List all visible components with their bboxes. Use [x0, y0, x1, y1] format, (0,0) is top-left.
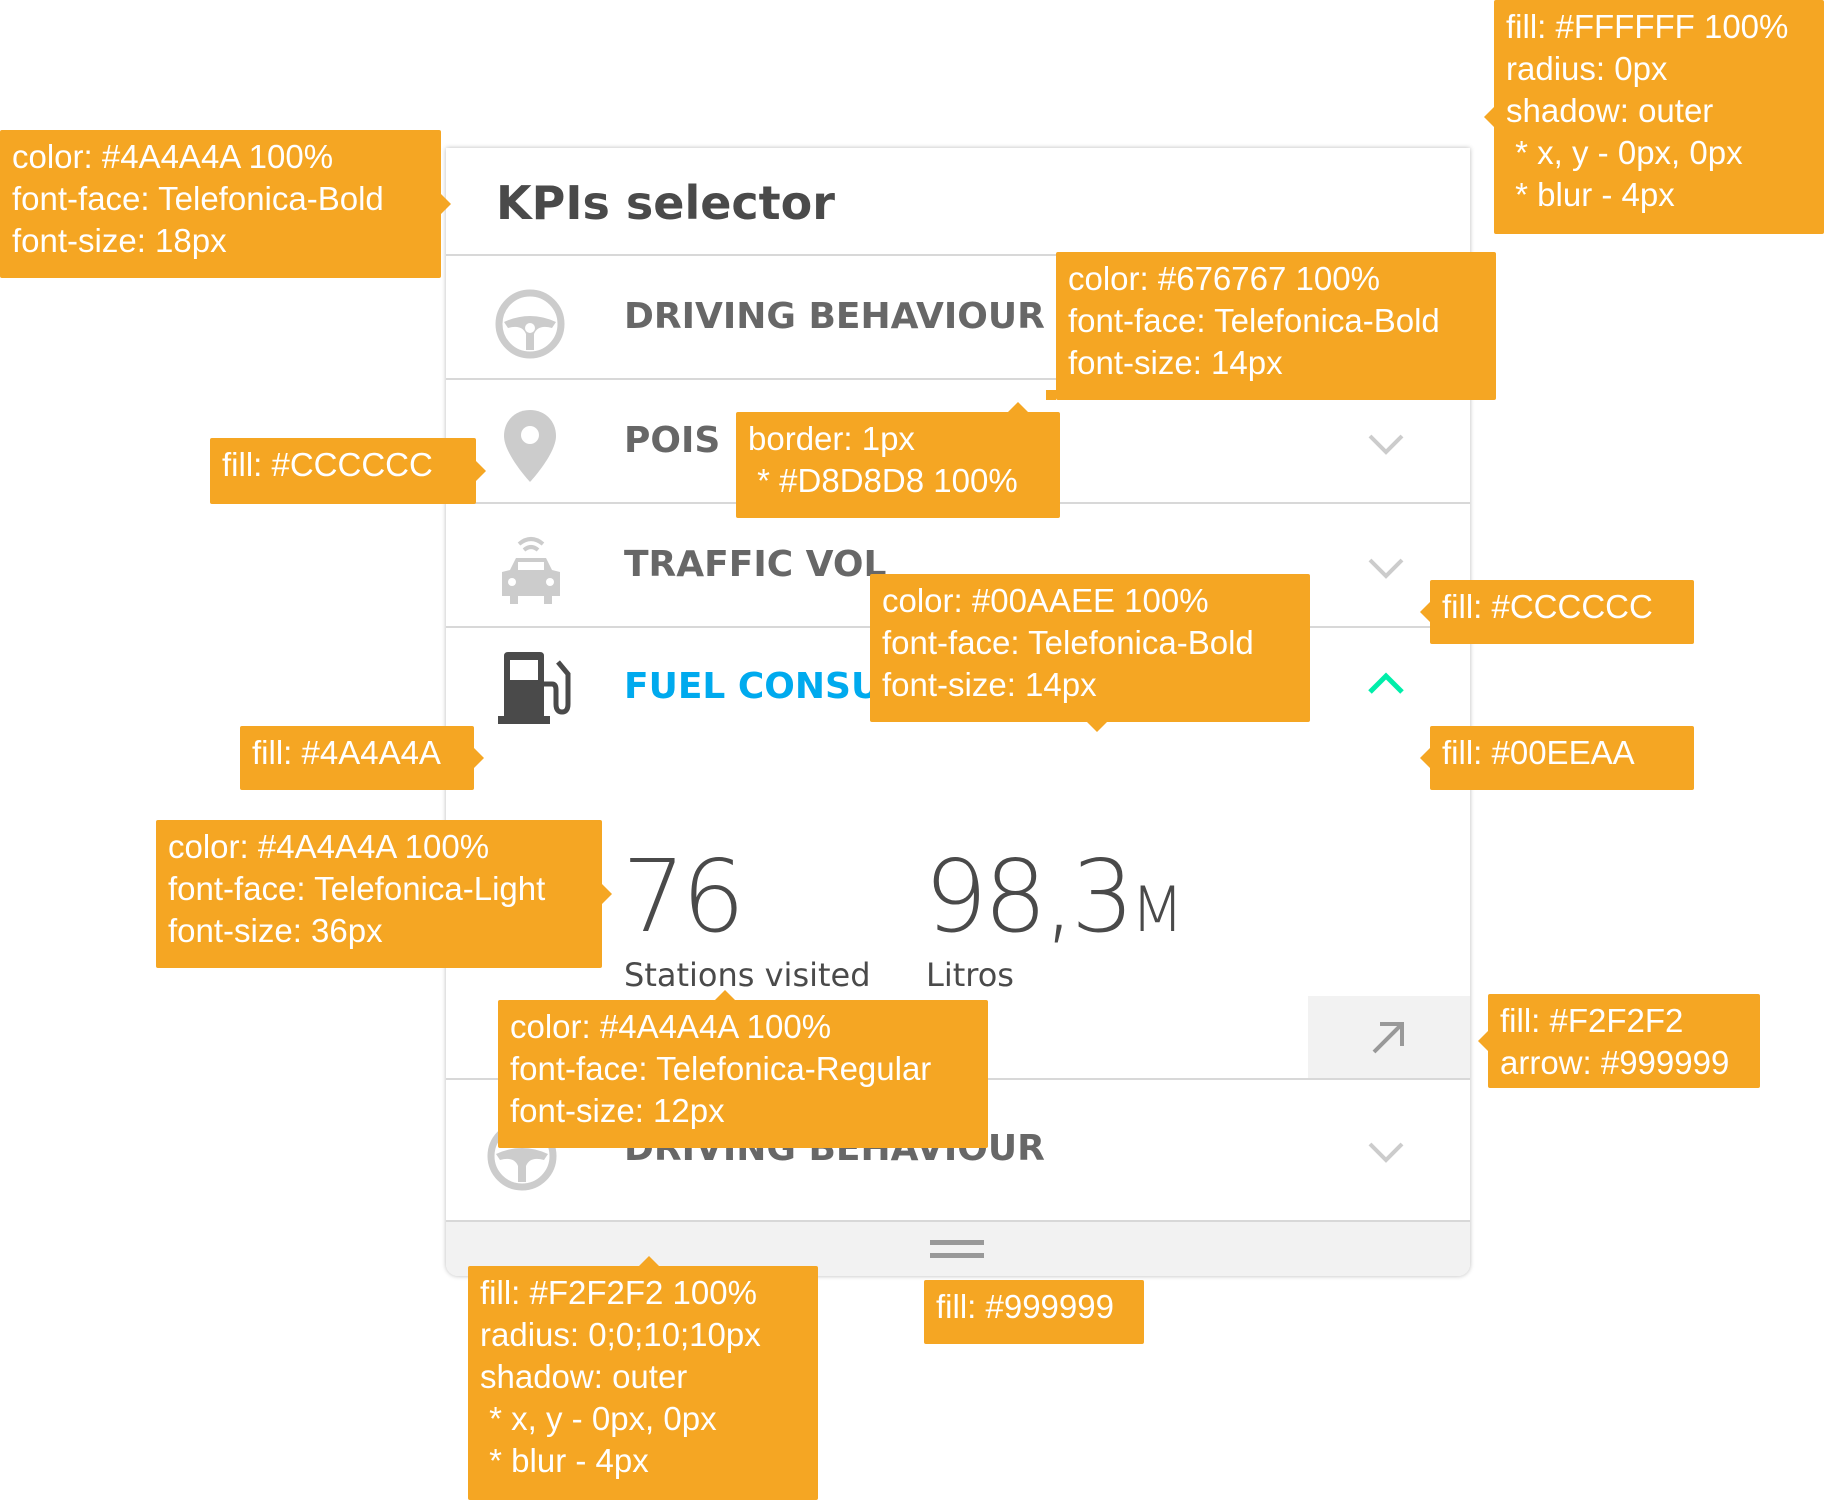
metric-value-stations: 76: [622, 838, 745, 955]
annotation-active-icon-spec: fill: #4A4A4A: [240, 726, 484, 790]
annotation-handle-spec: fill: #999999: [924, 1280, 1144, 1344]
car-wifi-icon: [502, 537, 560, 604]
annotation-footer-spec: fill: #F2F2F2 100% radius: 0;0;10;10px s…: [468, 1256, 818, 1500]
annotation-metric-value-spec: color: #4A4A4A 100% font-face: Telefonic…: [156, 820, 612, 968]
open-detail-button[interactable]: [1308, 996, 1470, 1078]
fuel-pump-icon: [498, 652, 571, 724]
kpi-row-label: DRIVING BEHAVIOUR: [624, 296, 1045, 337]
annotation-icon-fill-spec: fill: #CCCCCC: [210, 438, 486, 504]
annotation-chevron-fill-spec: fill: #CCCCCC: [1420, 580, 1694, 644]
metric-value-litros: 98,3M: [924, 838, 1185, 955]
kpi-row-label: POIS: [624, 420, 721, 461]
annotation-active-chevron-spec: fill: #00EEAA: [1420, 726, 1694, 790]
arrow-up-right-icon: [1372, 1022, 1404, 1054]
metric-label-litros: Litros: [926, 956, 1014, 994]
kpi-row-label: TRAFFIC VOL: [624, 544, 887, 585]
chevron-down-icon[interactable]: [1366, 432, 1406, 456]
map-pin-icon: [504, 410, 556, 482]
annotation-active-label-spec: color: #00AAEE 100% font-face: Telefonic…: [870, 574, 1310, 732]
metric-label-stations: Stations visited: [624, 956, 871, 994]
annotation-title-spec: color: #4A4A4A 100% font-face: Telefonic…: [0, 130, 451, 278]
chevron-down-icon[interactable]: [1366, 556, 1406, 580]
chevron-up-icon[interactable]: [1366, 672, 1406, 696]
panel-title: KPIs selector: [496, 176, 835, 230]
annotation-row-label-spec: color: #676767 100% font-face: Telefonic…: [1046, 252, 1496, 400]
drag-handle-icon[interactable]: [928, 1238, 986, 1262]
chevron-down-icon[interactable]: [1366, 1140, 1406, 1164]
annotation-panel-spec: fill: #FFFFFF 100% radius: 0px shadow: o…: [1484, 0, 1824, 234]
annotation-metric-label-spec: color: #4A4A4A 100% font-face: Telefonic…: [498, 990, 988, 1148]
annotation-link-box-spec: fill: #F2F2F2 arrow: #999999: [1478, 994, 1760, 1088]
steering-wheel-icon: [495, 289, 565, 359]
annotation-border-spec: border: 1px * #D8D8D8 100%: [736, 402, 1060, 518]
